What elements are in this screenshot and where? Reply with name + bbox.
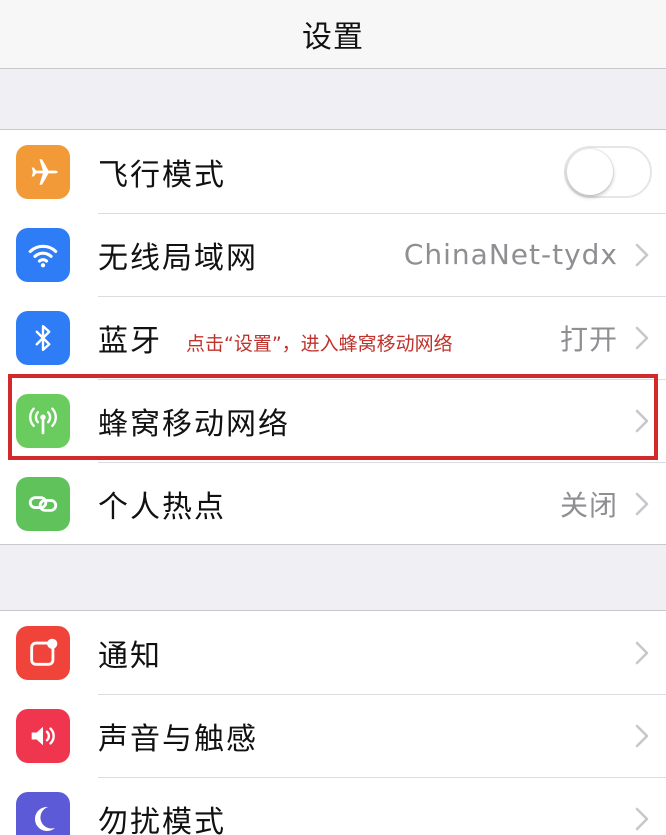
- chevron-right-icon: [635, 724, 649, 747]
- airplane-mode-toggle[interactable]: [564, 145, 652, 198]
- settings-group-notifications: 通知 声音与触感 勿扰模式: [0, 610, 666, 835]
- settings-row-airplane-mode[interactable]: 飞行模式: [0, 130, 666, 213]
- moon-icon: [16, 791, 70, 835]
- personal-hotspot-label: 个人热点: [98, 489, 226, 525]
- settings-row-notifications[interactable]: 通知: [0, 611, 666, 694]
- chevron-right-icon: [635, 243, 649, 266]
- wifi-network-value: ChinaNet-tydx: [403, 238, 618, 271]
- sounds-haptics-label: 声音与触感: [98, 721, 258, 757]
- notifications-icon: [16, 625, 70, 680]
- hotspot-icon: [16, 476, 70, 531]
- hotspot-status-value: 关闭: [559, 488, 618, 522]
- bluetooth-icon: [16, 310, 70, 365]
- settings-row-wifi[interactable]: 无线局域网 ChinaNet-tydx: [0, 213, 666, 296]
- speaker-icon: [16, 708, 70, 763]
- bluetooth-label: 蓝牙: [98, 323, 162, 359]
- airplane-mode-label: 飞行模式: [98, 157, 226, 193]
- wifi-label: 无线局域网: [98, 240, 258, 276]
- settings-row-personal-hotspot[interactable]: 个人热点 关闭: [0, 462, 666, 545]
- do-not-disturb-label: 勿扰模式: [98, 804, 226, 835]
- chevron-right-icon: [635, 641, 649, 664]
- toggle-knob: [567, 148, 613, 195]
- settings-row-sounds-haptics[interactable]: 声音与触感: [0, 694, 666, 777]
- page-title: 设置: [302, 20, 364, 55]
- chevron-right-icon: [635, 409, 649, 432]
- notifications-label: 通知: [98, 638, 162, 674]
- annotation-text: 点击“设置”，进入蜂窝移动网络: [186, 333, 453, 355]
- cellular-icon: [16, 393, 70, 448]
- cellular-label: 蜂窝移动网络: [98, 406, 290, 442]
- bluetooth-status-value: 打开: [559, 322, 618, 356]
- navigation-bar: 设置: [0, 0, 666, 69]
- chevron-right-icon: [635, 492, 649, 515]
- chevron-right-icon: [635, 326, 649, 349]
- wifi-icon: [16, 227, 70, 282]
- airplane-icon: [16, 144, 70, 199]
- settings-screen: 设置 飞行模式 无线局域网 ChinaNet-tydx 蓝牙 打开 蜂窝移动网络…: [0, 0, 666, 835]
- settings-row-do-not-disturb[interactable]: 勿扰模式: [0, 777, 666, 835]
- chevron-right-icon: [635, 807, 649, 830]
- settings-row-cellular[interactable]: 蜂窝移动网络: [0, 379, 666, 462]
